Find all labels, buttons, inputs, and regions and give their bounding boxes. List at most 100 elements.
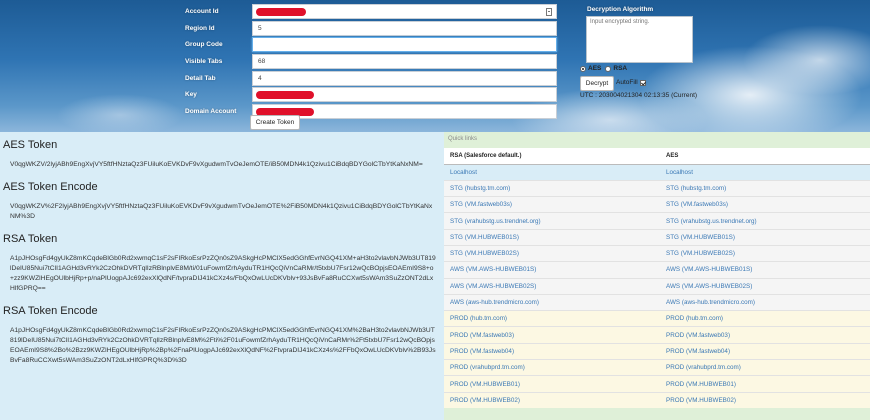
table-row: STG (vrahubstg.us.trendnet.org) STG (vrah… xyxy=(444,212,870,230)
field-row-visible-tabs: Visible Tabs 68 xyxy=(182,54,560,70)
rsa-quick-link[interactable]: STG (VM.HUBWEB02S) xyxy=(450,250,519,257)
aes-link-cell: STG (VM.HUBWEB01S) xyxy=(660,228,870,246)
rsa-link-cell: AWS (VM.AWS-HUBWEB01S) xyxy=(444,261,660,279)
aes-link-cell: Localhost xyxy=(660,163,870,181)
rsa-quick-link[interactable]: PROD (vrahubprd.tm.com) xyxy=(450,364,525,371)
rsa-quick-link[interactable]: STG (vrahubstg.us.trendnet.org) xyxy=(450,218,541,225)
rsa-link-cell: PROD (hub.tm.com) xyxy=(444,310,660,327)
rsa-quick-link[interactable]: AWS (VM.AWS-HUBWEB01S) xyxy=(450,266,536,273)
aes-quick-link[interactable]: PROD (vrahubprd.tm.com) xyxy=(666,364,741,371)
aes-radio[interactable] xyxy=(580,65,586,72)
region-id-input[interactable]: 5 xyxy=(252,20,557,36)
aes-quick-link[interactable]: Localhost xyxy=(666,169,693,176)
rsa-link-cell: AWS (VM.AWS-HUBWEB02S) xyxy=(444,277,660,295)
aes-quick-link[interactable]: STG (vrahubstg.us.trendnet.org) xyxy=(666,218,757,225)
aes-link-cell: PROD (VM.HUBWEB01) xyxy=(660,375,870,393)
rsa-quick-link[interactable]: Localhost xyxy=(450,169,477,176)
create-token-button[interactable]: Create Token xyxy=(250,115,300,130)
rsa-quick-link[interactable]: PROD (hub.tm.com) xyxy=(450,315,507,322)
rsa-quick-link[interactable]: AWS (aws-hub.trendmicro.com) xyxy=(450,299,539,306)
aes-link-cell: PROD (VM.fastweb03) xyxy=(660,326,870,344)
aes-link-cell: STG (vrahubstg.us.trendnet.org) xyxy=(660,212,870,230)
document-icon[interactable] xyxy=(546,8,552,16)
aes-quick-link[interactable]: STG (VM.fastweb03s) xyxy=(666,201,728,208)
rsa-link-cell: PROD (VM.fastweb03) xyxy=(444,326,660,344)
quick-links-body: Localhost Localhost STG (hubstg.tm.com) STG… xyxy=(444,163,870,409)
rsa-radio[interactable] xyxy=(605,65,612,72)
aes-link-cell: AWS (aws-hub.trendmicro.com) xyxy=(660,293,870,311)
autofill-toggle: AutoFill xyxy=(616,79,646,86)
aes-token-encode-value: V0qgWKZV%2F2lyjABh9EngXvjVY5ftfHNztaQz3F… xyxy=(10,203,433,220)
group-code-label: Group Code xyxy=(185,41,223,49)
rsa-link-cell: STG (hubstg.tm.com) xyxy=(444,179,660,197)
aes-link-cell: AWS (VM.AWS-HUBWEB01S) xyxy=(660,261,870,279)
utc-timestamp: UTC : 20300402130​4 02:13:35 (Current) xyxy=(580,92,698,99)
aes-quick-link[interactable]: PROD (hub.tm.com) xyxy=(666,315,723,322)
table-row: PROD (VM.HUBWEB01) PROD (VM.HUBWEB01) xyxy=(444,375,870,393)
aes-quick-link[interactable]: PROD (VM.HUBWEB02) xyxy=(666,397,736,404)
aes-token-heading: AES Token xyxy=(3,139,58,151)
autofill-checkbox[interactable] xyxy=(639,79,646,86)
aes-link-cell: AWS (VM.AWS-HUBWEB02S) xyxy=(660,277,870,295)
rsa-quick-link[interactable]: STG (VM.HUBWEB01S) xyxy=(450,234,519,241)
field-row-group-code: Group Code xyxy=(182,37,560,53)
rsa-link-cell: STG (vrahubstg.us.trendnet.org) xyxy=(444,212,660,230)
rsa-quick-link[interactable]: STG (hubstg.tm.com) xyxy=(450,185,510,192)
visible-tabs-input[interactable]: 68 xyxy=(252,54,557,70)
rsa-quick-link[interactable]: PROD (VM.HUBWEB01) xyxy=(450,381,520,388)
quick-links-panel: Quick links RSA (Salesforce default.) AE… xyxy=(444,132,870,420)
aes-quick-link[interactable]: AWS (aws-hub.trendmicro.com) xyxy=(666,299,755,306)
rsa-quick-link[interactable]: AWS (VM.AWS-HUBWEB02S) xyxy=(450,283,536,290)
visible-tabs-label: Visible Tabs xyxy=(185,58,223,66)
encrypted-string-input[interactable] xyxy=(586,16,693,63)
aes-quick-link[interactable]: PROD (VM.fastweb03) xyxy=(666,332,730,339)
rsa-link-cell: AWS (aws-hub.trendmicro.com) xyxy=(444,293,660,311)
aes-quick-link[interactable]: STG (VM.HUBWEB02S) xyxy=(666,250,735,257)
aes-quick-link[interactable]: STG (VM.HUBWEB01S) xyxy=(666,234,735,241)
aes-link-cell: PROD (vrahubprd.tm.com) xyxy=(660,359,870,376)
table-row: AWS (VM.AWS-HUBWEB01S) AWS (VM.AWS-HUBWEB… xyxy=(444,261,870,279)
table-row: PROD (VM.fastweb03) PROD (VM.fastweb03) xyxy=(444,326,870,344)
rsa-token-value: A1pJHOsgFd4gyUkZ8mKCqdeBlGb0Rd2xwmqC1sF2… xyxy=(10,255,436,292)
aes-token-encode-heading: AES Token Encode xyxy=(3,181,98,193)
table-row: PROD (VM.fastweb04) PROD (VM.fastweb04) xyxy=(444,342,870,360)
rsa-link-cell: STG (VM.HUBWEB01S) xyxy=(444,228,660,246)
rsa-quick-link[interactable]: STG (VM.fastweb03s) xyxy=(450,201,512,208)
rsa-link-cell: PROD (VM.fastweb04) xyxy=(444,342,660,360)
table-row: Localhost Localhost xyxy=(444,163,870,181)
rsa-quick-link[interactable]: PROD (VM.fastweb03) xyxy=(450,332,514,339)
region-id-label: Region Id xyxy=(185,24,215,32)
aes-link-cell: STG (VM.HUBWEB02S) xyxy=(660,244,870,262)
rsa-link-cell: STG (VM.HUBWEB02S) xyxy=(444,244,660,262)
rsa-quick-link[interactable]: PROD (VM.fastweb04) xyxy=(450,348,514,355)
table-row: AWS (aws-hub.trendmicro.com) AWS (aws-hub… xyxy=(444,293,870,311)
account-id-label: Account Id xyxy=(185,8,219,15)
field-row-domain-account: Domain Account xyxy=(182,104,560,120)
field-row-key: Key xyxy=(182,87,560,103)
rsa-radio-label: RSA xyxy=(613,65,628,72)
rsa-token-heading: RSA Token xyxy=(3,233,58,245)
rsa-link-cell: PROD (vrahubprd.tm.com) xyxy=(444,359,660,376)
field-row-detail-tab: Detail Tab 4 xyxy=(182,70,560,87)
aes-token-value: V0qgWKZV/2lyjABh9EngXvjVY5ftfHNztaQz3FUi… xyxy=(10,161,423,168)
aes-quick-link[interactable]: AWS (VM.AWS-HUBWEB02S) xyxy=(666,283,752,290)
group-code-input[interactable] xyxy=(252,37,557,53)
algorithm-radio-group: AES RSA xyxy=(580,65,627,72)
aes-link-cell: PROD (VM.HUBWEB02) xyxy=(660,391,870,409)
table-row: PROD (vrahubprd.tm.com) PROD (vrahubprd.t… xyxy=(444,359,870,376)
detail-tab-label: Detail Tab xyxy=(185,74,216,82)
detail-tab-input[interactable]: 4 xyxy=(252,70,557,86)
aes-quick-link[interactable]: PROD (VM.fastweb04) xyxy=(666,348,730,355)
account-id-input[interactable] xyxy=(252,4,557,19)
aes-radio-label: AES xyxy=(588,65,602,72)
decrypt-button[interactable]: Decrypt xyxy=(580,76,614,91)
quick-links-title: Quick links xyxy=(448,136,478,142)
aes-link-cell: PROD (hub.tm.com) xyxy=(660,310,870,327)
aes-quick-link[interactable]: PROD (VM.HUBWEB01) xyxy=(666,381,736,388)
table-row: AWS (VM.AWS-HUBWEB02S) AWS (VM.AWS-HUBWEB… xyxy=(444,277,870,295)
aes-quick-link[interactable]: STG (hubstg.tm.com) xyxy=(666,185,726,192)
rsa-token-encode-value: A1pJHOsgFd4gyUkZ8mKCqdeBlGb0Rd2xwmqC1sF2… xyxy=(10,327,436,364)
rsa-quick-link[interactable]: PROD (VM.HUBWEB02) xyxy=(450,397,520,404)
key-input[interactable] xyxy=(252,87,557,103)
aes-quick-link[interactable]: AWS (VM.AWS-HUBWEB01S) xyxy=(666,266,752,273)
